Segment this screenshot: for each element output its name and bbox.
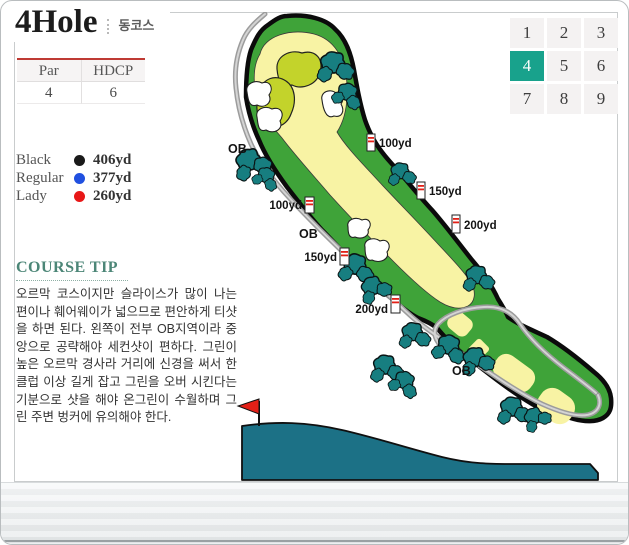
hdcp-header: HDCP [81,60,145,82]
tee-distance-legend: Black 406yd Regular 377yd Lady 260yd [16,151,131,205]
par-value: 4 [17,82,82,104]
yardage-marker-100-left: 100yd [269,196,315,214]
bunker [256,106,283,133]
hole-grid-cell-8[interactable]: 8 [547,84,581,114]
hole-grid-cell-4-active[interactable]: 4 [510,51,544,81]
tee-row-black: Black 406yd [16,151,131,169]
hole-grid-cell-7[interactable]: 7 [510,84,544,114]
ob-label: OB [228,142,247,156]
regular-tee-dot-icon [74,172,85,184]
yardage-marker-200-right: 200yd [451,214,497,234]
hdcp-value: 6 [81,82,145,104]
tee-row-lady: Lady 260yd [16,187,131,205]
yardage-marker-200-left: 200yd [355,294,401,316]
flag-icon [236,398,260,415]
bottom-chrome-band [1,482,628,544]
yardage-marker-150-right: 150yd [416,181,462,200]
course-tip-text: 오르막 코스이지만 슬라이스가 많이 나는 편이나 훼어웨이가 넓으므로 편안하… [16,287,237,425]
yardage-marker-100-right: 100yd [366,133,412,152]
tee-distance: 260yd [93,187,132,204]
ob-label: OB [452,364,471,378]
bottom-edge-line [4,540,625,542]
hole-grid-cell-6[interactable]: 6 [584,51,618,81]
tee-name: Regular [16,169,64,186]
yardage-label: 200yd [464,220,497,232]
par-header: Par [17,60,82,82]
hole-grid-cell-3[interactable]: 3 [584,18,618,48]
yardage-marker-pole [416,181,426,200]
yardage-label: 100yd [379,138,412,150]
tee-name: Lady [16,187,47,204]
yardage-marker-pole [390,294,401,314]
title-divider [107,19,110,35]
hole-info-card: 4Hole 동코스 Par HDCP 4 6 Black 406yd Regul… [12,4,618,482]
course-tip-heading: COURSE TIP [16,259,129,281]
hole-grid-cell-1[interactable]: 1 [510,18,544,48]
bunker [246,81,272,107]
hole-grid-cell-9[interactable]: 9 [584,84,618,114]
yardage-marker-pole [339,247,350,266]
yardage-label: 150yd [304,252,337,264]
yardage-marker-pole [451,214,461,234]
par-hdcp-table: Par HDCP 4 6 [17,58,145,104]
header: 4Hole 동코스 [12,4,171,43]
window-frame: 4Hole 동코스 Par HDCP 4 6 Black 406yd Regul… [0,0,629,545]
hole-grid-cell-5[interactable]: 5 [547,51,581,81]
tee-distance: 377yd [93,169,132,186]
yardage-marker-150-left: 150yd [304,247,350,266]
bunker [347,217,371,239]
black-tee-dot-icon [74,154,85,166]
ob-label: OB [299,227,318,241]
course-name-label: 동코스 [118,18,155,34]
elevation-profile [241,422,599,481]
tee-distance: 406yd [93,151,132,168]
bunker [364,238,390,262]
tee-name: Black [16,151,51,168]
lady-tee-dot-icon [74,190,85,202]
yardage-label: 200yd [355,304,388,316]
page-title: 4Hole [15,4,98,40]
yardage-label: 150yd [429,186,462,198]
yardage-label: 100yd [269,200,302,212]
yardage-marker-pole [366,133,376,152]
tee-row-regular: Regular 377yd [16,169,131,187]
hole-navigation-grid: 1 2 3 4 5 6 7 8 9 [510,18,618,114]
hole-grid-cell-2[interactable]: 2 [547,18,581,48]
